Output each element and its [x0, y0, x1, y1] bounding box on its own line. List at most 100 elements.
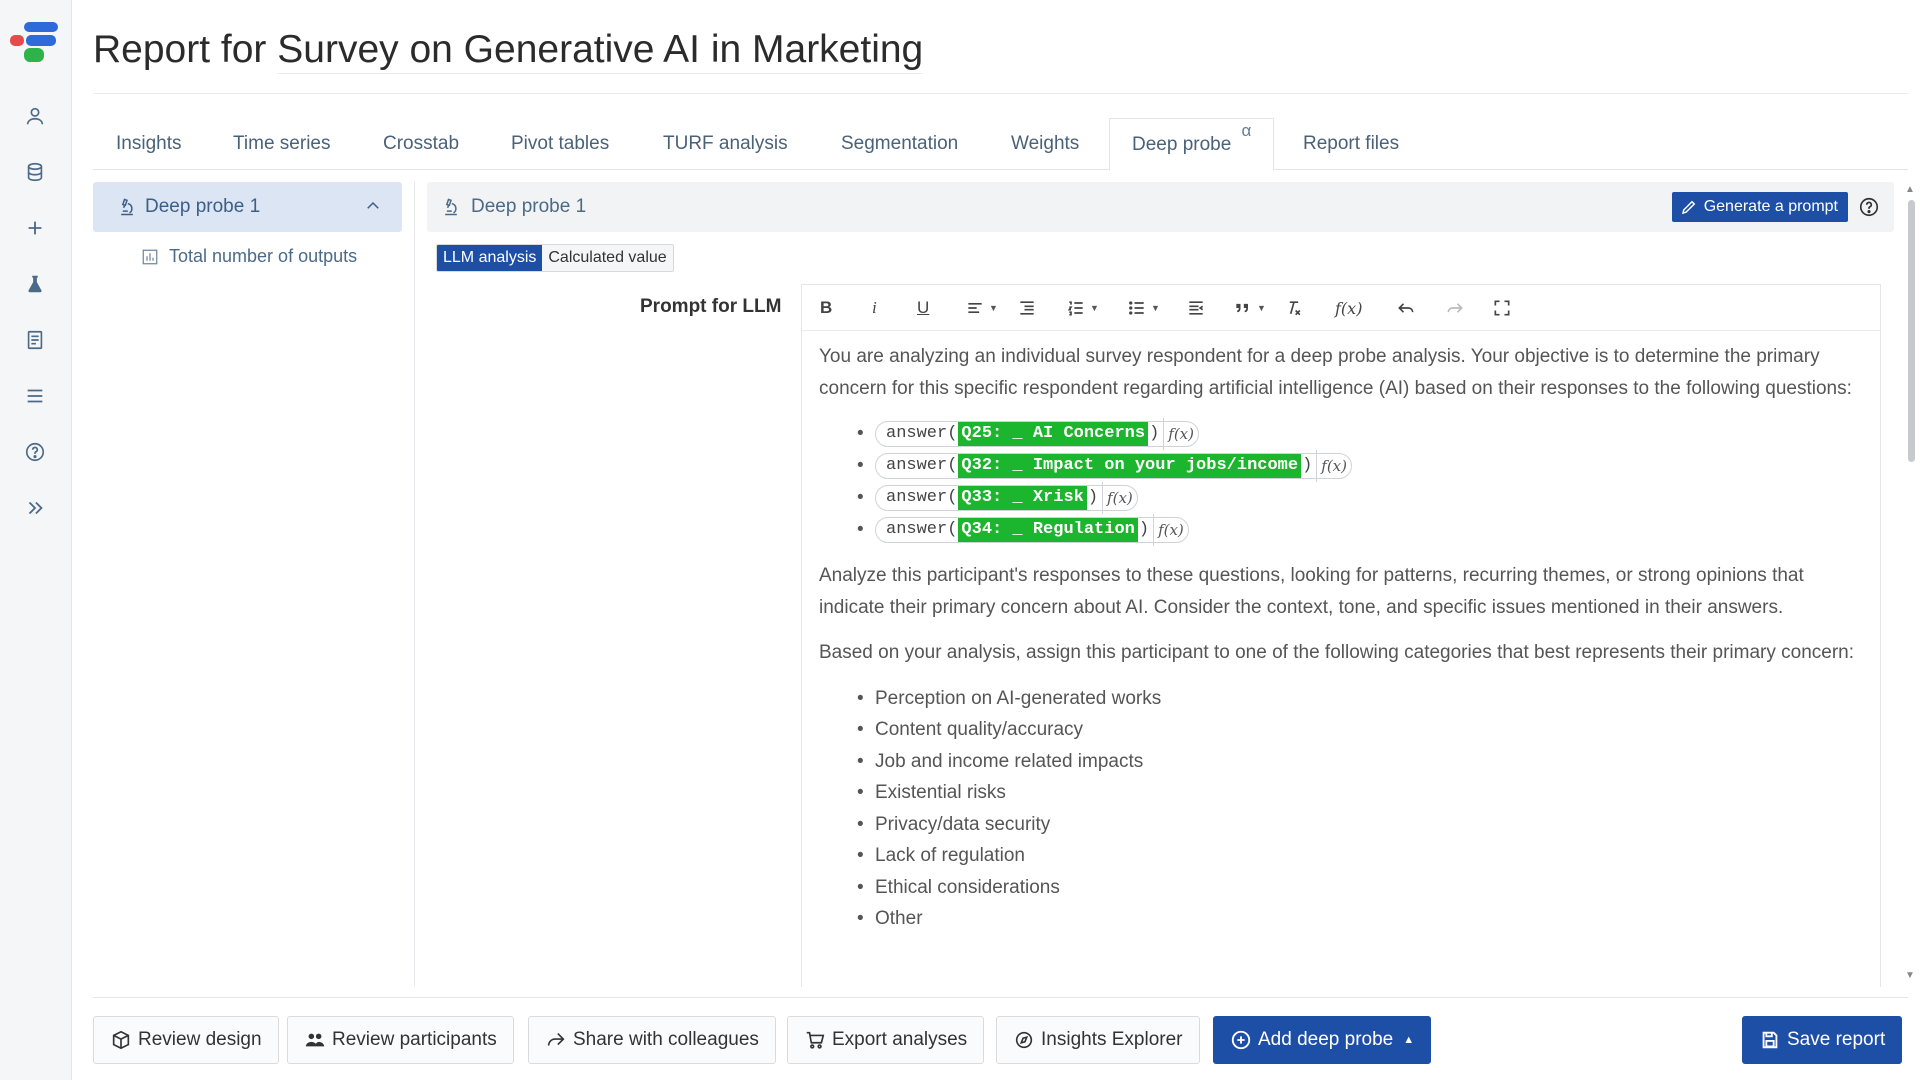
ordered-list-button[interactable]: ▼ — [1066, 297, 1099, 319]
help-icon[interactable] — [1858, 196, 1880, 218]
question-token: Q25: _ AI Concerns — [958, 421, 1149, 446]
fn-close: ) — [1149, 423, 1160, 443]
tab-time-series[interactable]: Time series — [233, 118, 330, 170]
insert-function-button[interactable]: f(x) — [1335, 297, 1362, 319]
help-circle-icon[interactable] — [20, 437, 50, 467]
mode-calculated-value[interactable]: Calculated value — [542, 245, 673, 271]
dropdown-caret-icon: ▼ — [1090, 303, 1099, 313]
database-icon[interactable] — [20, 157, 50, 187]
scrollbar-thumb[interactable] — [1908, 200, 1915, 462]
chevron-up-icon[interactable] — [364, 197, 382, 215]
undo-button[interactable] — [1396, 297, 1416, 319]
fn-name: answer( — [886, 423, 958, 443]
list-item: Lack of regulation — [857, 840, 1869, 872]
question-token: Q32: _ Impact on your jobs/income — [958, 453, 1302, 478]
indent-button[interactable] — [1017, 297, 1037, 319]
align-button[interactable]: ▼ — [965, 297, 998, 319]
add-deep-probe-button[interactable]: Add deep probe ▲ — [1213, 1016, 1432, 1064]
fn-name: answer( — [886, 487, 958, 507]
tab-report-files[interactable]: Report files — [1303, 118, 1399, 170]
fullscreen-button[interactable] — [1492, 297, 1512, 319]
answer-function-chip[interactable]: answer(Q32: _ Impact on your jobs/income… — [875, 449, 1352, 482]
add-deep-probe-label: Add deep probe — [1258, 1029, 1394, 1050]
panel-header: Deep probe 1 Generate a prompt — [427, 182, 1894, 232]
prompt-assign: Based on your analysis, assign this part… — [819, 642, 1854, 663]
review-participants-button[interactable]: Review participants — [287, 1016, 514, 1064]
cart-icon — [806, 1031, 825, 1049]
tab-crosstab[interactable]: Crosstab — [383, 118, 459, 170]
editor-content[interactable]: You are analyzing an individual survey r… — [819, 341, 1869, 949]
scroll-down-arrow[interactable]: ▼ — [1905, 970, 1915, 981]
prompt-analyze: Analyze this participant's responses to … — [819, 565, 1804, 618]
microscope-icon — [445, 198, 457, 216]
share-icon — [547, 1032, 565, 1046]
tab-segmentation[interactable]: Segmentation — [841, 118, 958, 170]
book-icon[interactable] — [20, 325, 50, 355]
outdent-button[interactable] — [1186, 297, 1206, 319]
function-icon: f(x) — [1316, 449, 1347, 482]
quote-button[interactable]: ▼ — [1233, 297, 1266, 319]
tree-item-label: Deep probe 1 — [145, 196, 261, 217]
question-token: Q34: _ Regulation — [958, 517, 1138, 542]
clear-format-button[interactable] — [1284, 297, 1304, 319]
scroll-up-arrow[interactable]: ▲ — [1905, 184, 1915, 195]
list-item: Perception on AI-generated works — [857, 683, 1869, 715]
question-function-list: answer(Q25: _ AI Concerns)f(x) answer(Q3… — [857, 417, 1869, 546]
list-item: answer(Q34: _ Regulation)f(x) — [857, 513, 1869, 546]
share-button[interactable]: Share with colleagues — [528, 1016, 776, 1064]
compass-icon — [1015, 1031, 1033, 1049]
plus-icon[interactable] — [20, 213, 50, 243]
tab-insights[interactable]: Insights — [116, 118, 181, 170]
redo-button[interactable] — [1445, 297, 1465, 319]
answer-function-chip[interactable]: answer(Q34: _ Regulation)f(x) — [875, 513, 1189, 546]
tree-item-deep-probe-1[interactable]: Deep probe 1 — [93, 182, 402, 232]
bullet-list-button[interactable]: ▼ — [1127, 297, 1160, 319]
user-icon[interactable] — [20, 101, 50, 131]
insights-explorer-button[interactable]: Insights Explorer — [996, 1016, 1200, 1064]
underline-button[interactable]: U — [917, 297, 929, 319]
flask-icon[interactable] — [20, 269, 50, 299]
export-analyses-button[interactable]: Export analyses — [787, 1016, 985, 1064]
fn-close: ) — [1302, 455, 1313, 475]
list-item: Other — [857, 903, 1869, 935]
share-label: Share with colleagues — [573, 1029, 759, 1050]
microscope-icon — [121, 198, 133, 216]
review-participants-label: Review participants — [332, 1029, 497, 1050]
tab-weights[interactable]: Weights — [1011, 118, 1079, 170]
category-list: Perception on AI-generated works Content… — [857, 683, 1869, 935]
bold-button[interactable]: B — [820, 297, 832, 319]
clear-format-icon — [1289, 301, 1301, 316]
dropdown-caret-icon: ▼ — [1151, 303, 1160, 313]
ordered-list-icon — [1067, 301, 1083, 316]
tab-pivot-tables[interactable]: Pivot tables — [511, 118, 609, 170]
question-token: Q33: _ Xrisk — [958, 485, 1087, 510]
tab-turf-analysis[interactable]: TURF analysis — [663, 118, 788, 170]
generate-prompt-button[interactable]: Generate a prompt — [1671, 192, 1848, 222]
answer-function-chip[interactable]: answer(Q33: _ Xrisk)f(x) — [875, 481, 1138, 514]
function-icon: f(x) — [1102, 481, 1133, 514]
footer-divider — [93, 997, 1908, 998]
italic-button[interactable]: i — [872, 297, 877, 319]
tab-deep-probe-label: Deep probe — [1132, 134, 1232, 155]
list-item: answer(Q25: _ AI Concerns)f(x) — [857, 417, 1869, 450]
undo-icon — [1398, 303, 1414, 313]
list-item: answer(Q33: _ Xrisk)f(x) — [857, 481, 1869, 514]
save-report-button[interactable]: Save report — [1742, 1016, 1903, 1064]
prompt-editor: B i U ▼ ▼ ▼ ▼ f(x) You are analyzing an … — [801, 284, 1881, 987]
bullet-list-icon — [1129, 301, 1144, 315]
mode-llm-analysis[interactable]: LLM analysis — [437, 245, 543, 271]
review-design-button[interactable]: Review design — [93, 1016, 279, 1064]
answer-function-chip[interactable]: answer(Q25: _ AI Concerns)f(x) — [875, 417, 1199, 450]
panel-title[interactable]: Deep probe 1 — [471, 196, 586, 218]
indent-icon — [1020, 301, 1034, 315]
editor-toolbar: B i U ▼ ▼ ▼ ▼ f(x) — [802, 285, 1880, 331]
expand-chevrons-icon[interactable] — [20, 493, 50, 523]
caret-up-icon: ▲ — [1403, 1034, 1415, 1046]
app-logo-icon[interactable] — [10, 22, 60, 66]
report-name[interactable]: Survey on Generative AI in Marketing — [277, 28, 924, 74]
tree-item-total-outputs[interactable]: Total number of outputs — [141, 246, 357, 267]
list-icon[interactable] — [20, 381, 50, 411]
tab-deep-probe[interactable]: Deep probe α — [1109, 118, 1275, 171]
function-icon: f(x) — [1153, 513, 1184, 546]
probe-tree: Deep probe 1 Total number of outputs — [93, 182, 415, 987]
